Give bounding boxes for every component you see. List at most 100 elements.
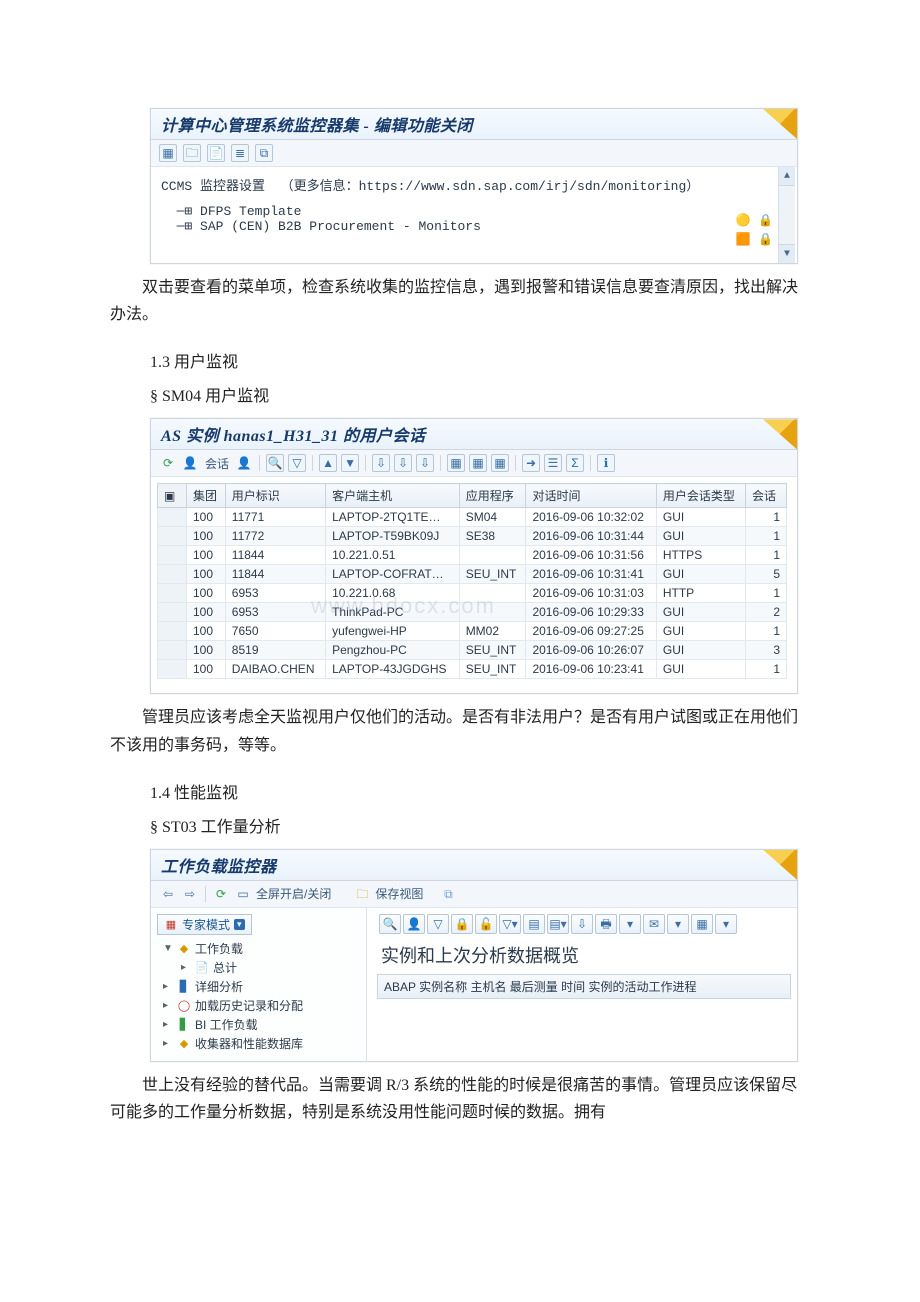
- mail-icon[interactable]: ✉: [643, 914, 665, 934]
- rz20-titlebar: 计算中心管理系统监控器集 - 编辑功能关闭: [151, 109, 797, 140]
- unlock-icon[interactable]: 🔓: [475, 914, 497, 934]
- row-selector[interactable]: [158, 527, 187, 546]
- more-icon[interactable]: ▾: [619, 914, 641, 934]
- col-time[interactable]: 对话时间: [526, 484, 656, 508]
- cell-user: 11772: [225, 527, 325, 546]
- tree-item-total[interactable]: ▸📄总计: [159, 958, 366, 977]
- col-sess[interactable]: 会话: [746, 484, 787, 508]
- find-icon[interactable]: 🔍: [266, 454, 284, 472]
- cell-host: LAPTOP-COFRAT…: [326, 565, 460, 584]
- table-row[interactable]: 1006953ThinkPad-PC2016-09-06 10:29:33GUI…: [158, 603, 787, 622]
- row-selector[interactable]: [158, 508, 187, 527]
- rz20-tree-item[interactable]: ─⊞ DFPS Template: [161, 204, 787, 219]
- tree-item-collector[interactable]: ▸◆收集器和性能数据库: [159, 1034, 366, 1053]
- sm04-titlebar: AS 实例 hanas1_H31_31 的用户会话: [151, 419, 797, 450]
- sum-icon[interactable]: Σ: [566, 454, 584, 472]
- sort-desc-icon[interactable]: ▼: [341, 454, 359, 472]
- grid-icon[interactable]: ▦: [159, 144, 177, 162]
- export-icon[interactable]: ⇩: [571, 914, 593, 934]
- row-selector[interactable]: [158, 546, 187, 565]
- export3-icon[interactable]: ⇩: [416, 454, 434, 472]
- table-row[interactable]: 1008519Pengzhou-PCSEU_INT2016-09-06 10:2…: [158, 641, 787, 660]
- st03-toolbar: ⇦ ⇨ ⟳ ▭ 全屏开启/关闭 🗀 保存视图 ⧉: [151, 881, 797, 908]
- user-icon[interactable]: 👤: [181, 454, 199, 472]
- row-selector[interactable]: [158, 603, 187, 622]
- filter-icon[interactable]: ▽: [288, 454, 306, 472]
- st03-main: 🔍 👤 ▽ 🔒 🔓 ▽▾ ▤ ▤▾ ⇩ 🖶 ▾ ✉ ▾ ▦ ▾ 实例和上次分: [367, 908, 797, 1061]
- scroll-up-icon[interactable]: ▲: [779, 167, 795, 186]
- filter-icon[interactable]: ▽: [427, 914, 449, 934]
- glass-icon[interactable]: 🔍: [379, 914, 401, 934]
- lock-icon[interactable]: 🔒: [451, 914, 473, 934]
- col-type[interactable]: 用户会话类型: [656, 484, 745, 508]
- cell-user: 11771: [225, 508, 325, 527]
- mode-dropdown[interactable]: ▦ 专家模式 ▾: [157, 914, 252, 935]
- fullscreen-icon[interactable]: ▭: [234, 885, 252, 903]
- columns-icon[interactable]: ☰: [544, 454, 562, 472]
- table-row[interactable]: 1007650yufengwei-HPMM022016-09-06 09:27:…: [158, 622, 787, 641]
- cell-type: GUI: [656, 603, 745, 622]
- doc-icon[interactable]: 📄: [207, 144, 225, 162]
- row-selector[interactable]: [158, 641, 187, 660]
- drop-icon[interactable]: ▾: [715, 914, 737, 934]
- forward-icon[interactable]: ⇨: [181, 885, 199, 903]
- grid3-icon[interactable]: ▦: [491, 454, 509, 472]
- refresh-icon[interactable]: ⟳: [212, 885, 230, 903]
- row-selector[interactable]: [158, 584, 187, 603]
- table-row[interactable]: 10011844LAPTOP-COFRAT…SEU_INT2016-09-06 …: [158, 565, 787, 584]
- tree-item-history[interactable]: ▸◯加载历史记录和分配: [159, 996, 366, 1015]
- row-selector[interactable]: [158, 622, 187, 641]
- list-icon[interactable]: ≣: [231, 144, 249, 162]
- table-row[interactable]: 100DAIBAO.CHENLAPTOP-43JGDGHSSEU_INT2016…: [158, 660, 787, 679]
- sort-asc-icon[interactable]: ▲: [319, 454, 337, 472]
- tree-item-detail[interactable]: ▸▊详细分析: [159, 977, 366, 996]
- person-icon[interactable]: 👤: [235, 454, 253, 472]
- table-row[interactable]: 1001184410.221.0.512016-09-06 10:31:56HT…: [158, 546, 787, 565]
- export-icon[interactable]: ⇩: [372, 454, 390, 472]
- print-icon[interactable]: 🖶: [595, 914, 617, 934]
- tree-label: SAP (CEN) B2B Procurement - Monitors: [200, 219, 481, 234]
- grid2-icon[interactable]: ▦: [469, 454, 487, 472]
- back-icon[interactable]: ⇦: [159, 885, 177, 903]
- col-user[interactable]: 用户标识: [225, 484, 325, 508]
- scrollbar[interactable]: ▲ ▼: [778, 167, 795, 263]
- rz20-tree-item[interactable]: ─⊞ SAP (CEN) B2B Procurement - Monitors: [161, 219, 787, 234]
- refresh-icon[interactable]: ⟳: [159, 454, 177, 472]
- layout2-icon[interactable]: ▤▾: [547, 914, 569, 934]
- db-icon: ◆: [177, 1036, 191, 1050]
- scroll-down-icon[interactable]: ▼: [779, 244, 795, 263]
- copy-icon[interactable]: ⧉: [255, 144, 273, 162]
- cell-app: MM02: [459, 622, 526, 641]
- sm04-table: ▣ 集团 用户标识 客户端主机 应用程序 对话时间 用户会话类型 会话 1001…: [157, 483, 787, 679]
- col-host[interactable]: 客户端主机: [326, 484, 460, 508]
- cell-time: 2016-09-06 10:32:02: [526, 508, 656, 527]
- tree-item-bi[interactable]: ▸▋BI 工作负载: [159, 1015, 366, 1034]
- table-row[interactable]: 10011772LAPTOP-T59BK09JSE382016-09-06 10…: [158, 527, 787, 546]
- saveview-label[interactable]: 保存视图: [375, 885, 423, 902]
- export2-icon[interactable]: ⇩: [394, 454, 412, 472]
- mode-label: 专家模式: [182, 916, 230, 933]
- col-app[interactable]: 应用程序: [459, 484, 526, 508]
- cell-type: GUI: [656, 508, 745, 527]
- col-client[interactable]: 集团: [187, 484, 226, 508]
- layout-icon[interactable]: ▤: [523, 914, 545, 934]
- info-icon[interactable]: ℹ: [597, 454, 615, 472]
- fullscreen-label[interactable]: 全屏开启/关闭: [256, 885, 331, 902]
- grid-icon[interactable]: ▦: [447, 454, 465, 472]
- row-selector[interactable]: [158, 660, 187, 679]
- aux-icon[interactable]: ⧉: [439, 885, 457, 903]
- tree-item-workload[interactable]: ▼◆工作负载: [159, 939, 366, 958]
- table-row[interactable]: 10011771LAPTOP-2TQ1TE…SM042016-09-06 10:…: [158, 508, 787, 527]
- row-selector[interactable]: [158, 565, 187, 584]
- tree-icon[interactable]: 🗀: [183, 144, 201, 162]
- row-selector-header[interactable]: ▣: [158, 484, 187, 508]
- more2-icon[interactable]: ▾: [667, 914, 689, 934]
- send-icon[interactable]: ➜: [522, 454, 540, 472]
- paragraph: 管理员应该考虑全天监视用户仅他们的活动。是否有非法用户？是否有用户试图或正在用他…: [110, 704, 798, 758]
- grid-icon[interactable]: ▦: [691, 914, 713, 934]
- person-icon[interactable]: 👤: [403, 914, 425, 934]
- st03-heading: 实例和上次分析数据概览: [377, 938, 791, 974]
- saveview-icon[interactable]: 🗀: [353, 885, 371, 903]
- table-row[interactable]: 100695310.221.0.682016-09-06 10:31:03HTT…: [158, 584, 787, 603]
- filter2-icon[interactable]: ▽▾: [499, 914, 521, 934]
